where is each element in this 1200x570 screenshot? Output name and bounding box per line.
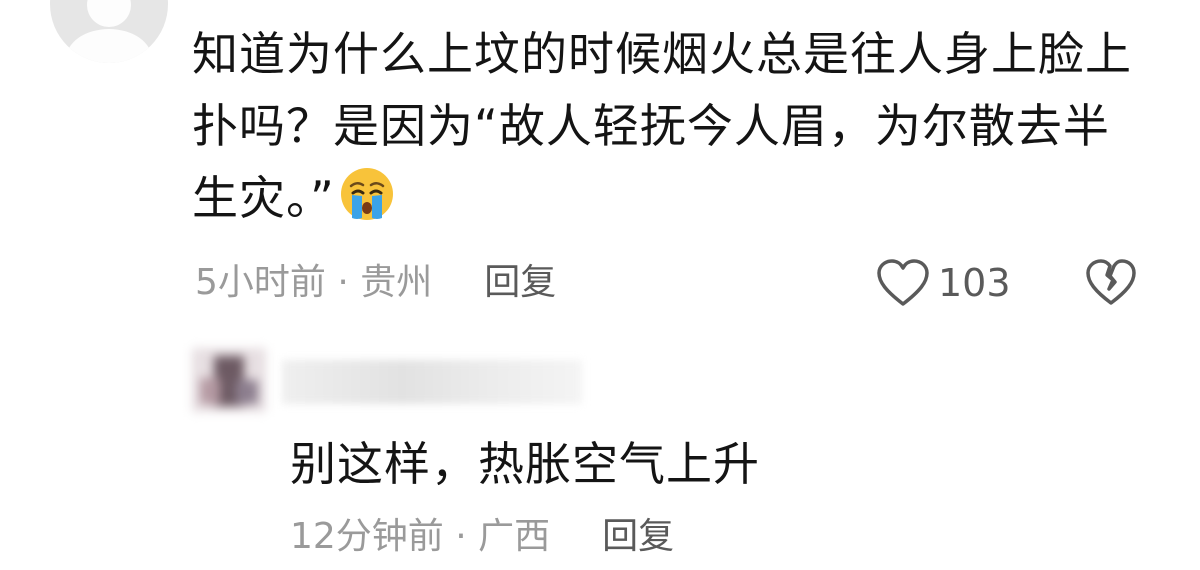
commenter-avatar[interactable]	[50, 0, 168, 63]
comment-location: 贵州	[360, 262, 433, 303]
comment-meta: 5小时前 · 贵州 回复	[195, 258, 556, 308]
avatar-placeholder-body	[66, 29, 152, 63]
meta-separator: ·	[443, 516, 479, 557]
avatar-placeholder-head	[87, 0, 131, 27]
like-count: 103	[938, 261, 1011, 305]
reply-location: 广西	[478, 516, 551, 557]
reply-body: 别这样，热胀空气上升	[290, 437, 760, 491]
heart-icon	[877, 259, 929, 306]
replier-avatar[interactable]	[192, 348, 266, 412]
comment-time: 5小时前	[195, 262, 326, 303]
comment-text: 知道为什么上坟的时候烟火总是往人身上脸上扑吗？是因为“故人轻抚今人眉，为尔散去半…	[192, 27, 1132, 225]
reply-meta: 12分钟前 · 广西 回复	[290, 512, 674, 562]
like-button[interactable]: 103	[876, 256, 1011, 310]
reply-to-reply-button[interactable]: 回复	[602, 516, 674, 557]
comment-body: 知道为什么上坟的时候烟火总是往人身上脸上扑吗？是因为“故人轻抚今人眉，为尔散去半…	[192, 18, 1152, 234]
broken-heart-icon[interactable]	[1085, 258, 1137, 308]
meta-separator: ·	[325, 262, 361, 303]
reply-time: 12分钟前	[290, 516, 444, 557]
crying-face-icon	[340, 168, 393, 220]
replier-name-redacted	[282, 360, 582, 404]
reply-button[interactable]: 回复	[484, 262, 556, 303]
